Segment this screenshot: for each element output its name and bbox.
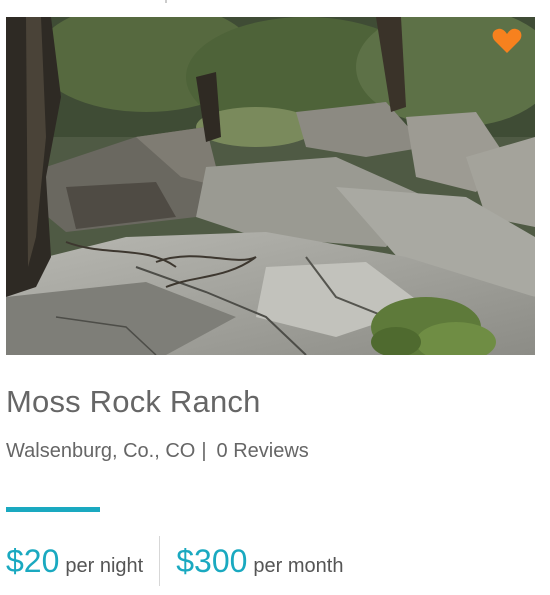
favorite-button[interactable] [492, 28, 522, 54]
nightly-amount: $20 [6, 542, 60, 579]
monthly-amount: $300 [176, 542, 248, 579]
listing-location: Walsenburg, Co., CO [6, 440, 196, 462]
listing-title[interactable]: Moss Rock Ranch [6, 384, 261, 420]
photo-illustration [6, 17, 535, 355]
top-divider [165, 0, 167, 3]
listing-photo[interactable] [6, 17, 535, 355]
heart-icon [492, 28, 522, 53]
reviews-link[interactable]: 0 Reviews [217, 440, 309, 462]
monthly-unit: per month [253, 554, 344, 577]
monthly-price: $300 per month [176, 543, 343, 580]
price-row: $20 per night $300 per month [6, 536, 343, 586]
price-divider [159, 536, 161, 586]
listing-meta: Walsenburg, Co., CO | 0 Reviews [6, 440, 309, 463]
accent-bar [6, 507, 100, 512]
meta-separator: | [201, 440, 207, 462]
nightly-price: $20 per night [6, 543, 143, 580]
listing-card[interactable]: Moss Rock Ranch Walsenburg, Co., CO | 0 Re… [0, 0, 550, 595]
nightly-unit: per night [65, 554, 144, 577]
